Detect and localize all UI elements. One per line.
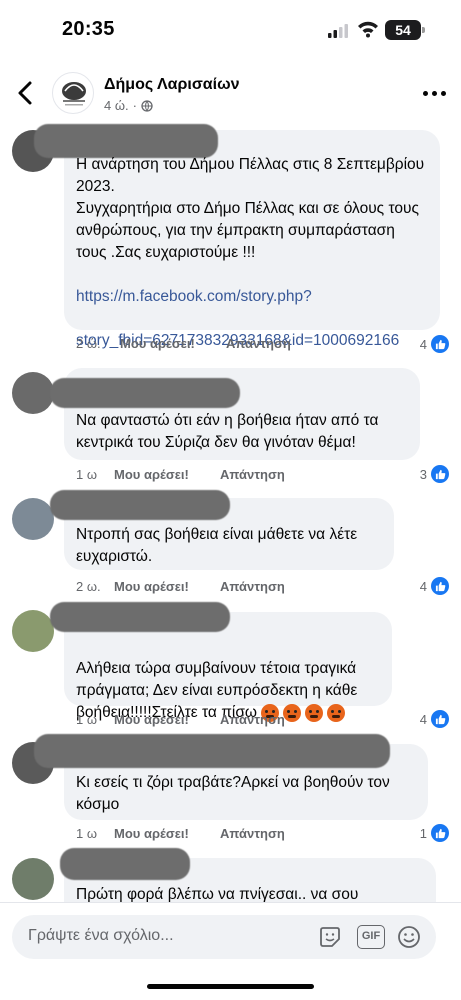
comment-text: Ντροπή σας βοήθεια είναι μάθετε να λέτε … — [76, 526, 358, 565]
like-reaction-icon — [431, 335, 449, 353]
post-meta: 4 ώ. · — [104, 98, 153, 113]
reaction-count: 4 — [419, 578, 427, 594]
avatar[interactable] — [12, 858, 54, 900]
comment-input[interactable]: Γράψτε ένα σχόλιο... GIF — [12, 915, 436, 959]
back-arrow-icon[interactable] — [14, 80, 38, 106]
comment-text: Αλήθεια τώρα συμβαίνουν τέτοια τραγικά π… — [76, 636, 380, 724]
battery-indicator: 54 — [385, 20, 425, 40]
redacted-author-name[interactable] — [50, 490, 230, 520]
reply-button[interactable]: Απάντηση — [220, 826, 285, 841]
reaction-count: 3 — [419, 466, 427, 482]
redacted-author-name[interactable] — [50, 602, 230, 632]
comment-actions: 1 ω Μου αρέσει! Απάντηση — [76, 712, 285, 727]
like-button[interactable]: Μου αρέσει! — [114, 712, 220, 727]
gif-label: GIF — [361, 930, 381, 942]
gif-icon[interactable]: GIF — [357, 925, 385, 949]
reply-button[interactable]: Απάντηση — [226, 336, 291, 351]
comment-time[interactable]: 2 ω. — [76, 579, 114, 594]
wifi-icon — [358, 21, 378, 38]
post-header: Δήμος Λαρισαίων 4 ώ. · — [0, 62, 461, 124]
page-avatar[interactable] — [52, 72, 94, 114]
post-time[interactable]: 4 ώ. — [104, 98, 129, 113]
reply-button[interactable]: Απάντηση — [220, 467, 285, 482]
like-button[interactable]: Μου αρέσει! — [114, 467, 220, 482]
avatar[interactable] — [12, 372, 54, 414]
reaction-count: 4 — [419, 336, 427, 352]
status-time: 20:35 — [62, 18, 115, 40]
like-reaction-icon — [431, 465, 449, 483]
avatar[interactable] — [12, 610, 54, 652]
sticker-icon[interactable] — [318, 925, 342, 949]
comment-time[interactable]: 1 ω — [76, 826, 114, 841]
comment-actions: 1 ω Μου αρέσει! Απάντηση — [76, 826, 285, 841]
reaction-summary[interactable]: 4 — [420, 335, 449, 353]
redacted-author-name[interactable] — [34, 124, 218, 158]
comment-actions: 1 ω Μου αρέσει! Απάντηση — [76, 467, 285, 482]
like-reaction-icon — [431, 824, 449, 842]
comment-text: Η ανάρτηση του Δήμου Πέλλας στις 8 Σεπτε… — [76, 156, 425, 261]
emoji-icon[interactable] — [397, 925, 421, 949]
globe-icon — [141, 99, 153, 112]
like-reaction-icon — [431, 577, 449, 595]
dot-separator: · — [132, 98, 137, 113]
redacted-author-name[interactable] — [60, 848, 190, 880]
reaction-summary[interactable]: 1 — [420, 824, 449, 842]
reply-button[interactable]: Απάντηση — [220, 579, 285, 594]
redacted-author-name[interactable] — [50, 378, 240, 408]
cellular-signal-icon — [328, 24, 348, 38]
reaction-summary[interactable]: 3 — [420, 465, 449, 483]
link-line[interactable]: https://m.facebook.com/story.php? — [76, 286, 432, 308]
comment-text: Να φανταστώ ότι εάν η βοήθεια ήταν από τ… — [76, 412, 379, 451]
more-options-icon[interactable] — [423, 88, 447, 98]
redacted-author-name[interactable] — [34, 734, 390, 768]
comment-input-placeholder[interactable]: Γράψτε ένα σχόλιο... — [28, 927, 174, 945]
reaction-count: 1 — [419, 825, 427, 841]
comment-time[interactable]: 1 ω — [76, 712, 114, 727]
like-button[interactable]: Μου αρέσει! — [120, 336, 226, 351]
municipality-logo — [62, 82, 86, 106]
avatar[interactable] — [12, 498, 54, 540]
reaction-count: 4 — [419, 711, 427, 727]
page-name[interactable]: Δήμος Λαρισαίων — [104, 76, 240, 94]
comment-time[interactable]: 2 ώ. — [76, 336, 120, 351]
status-bar: 20:35 54 — [0, 0, 461, 62]
angry-face-emoji-icon — [283, 703, 302, 722]
angry-face-emoji-icon — [305, 703, 324, 722]
reply-button[interactable]: Απάντηση — [220, 712, 285, 727]
reaction-summary[interactable]: 4 — [420, 710, 449, 728]
comment-actions: 2 ω. Μου αρέσει! Απάντηση — [76, 579, 285, 594]
like-button[interactable]: Μου αρέσει! — [114, 579, 220, 594]
comment-time[interactable]: 1 ω — [76, 467, 114, 482]
reaction-summary[interactable]: 4 — [420, 577, 449, 595]
like-reaction-icon — [431, 710, 449, 728]
home-indicator[interactable] — [147, 984, 314, 989]
angry-face-emoji-icon — [327, 703, 346, 722]
like-button[interactable]: Μου αρέσει! — [114, 826, 220, 841]
comment-actions: 2 ώ. Μου αρέσει! Απάντηση — [76, 336, 291, 351]
comment-text: Κι εσείς τι ζόρι τραβάτε?Αρκεί να βοηθού… — [76, 774, 390, 813]
